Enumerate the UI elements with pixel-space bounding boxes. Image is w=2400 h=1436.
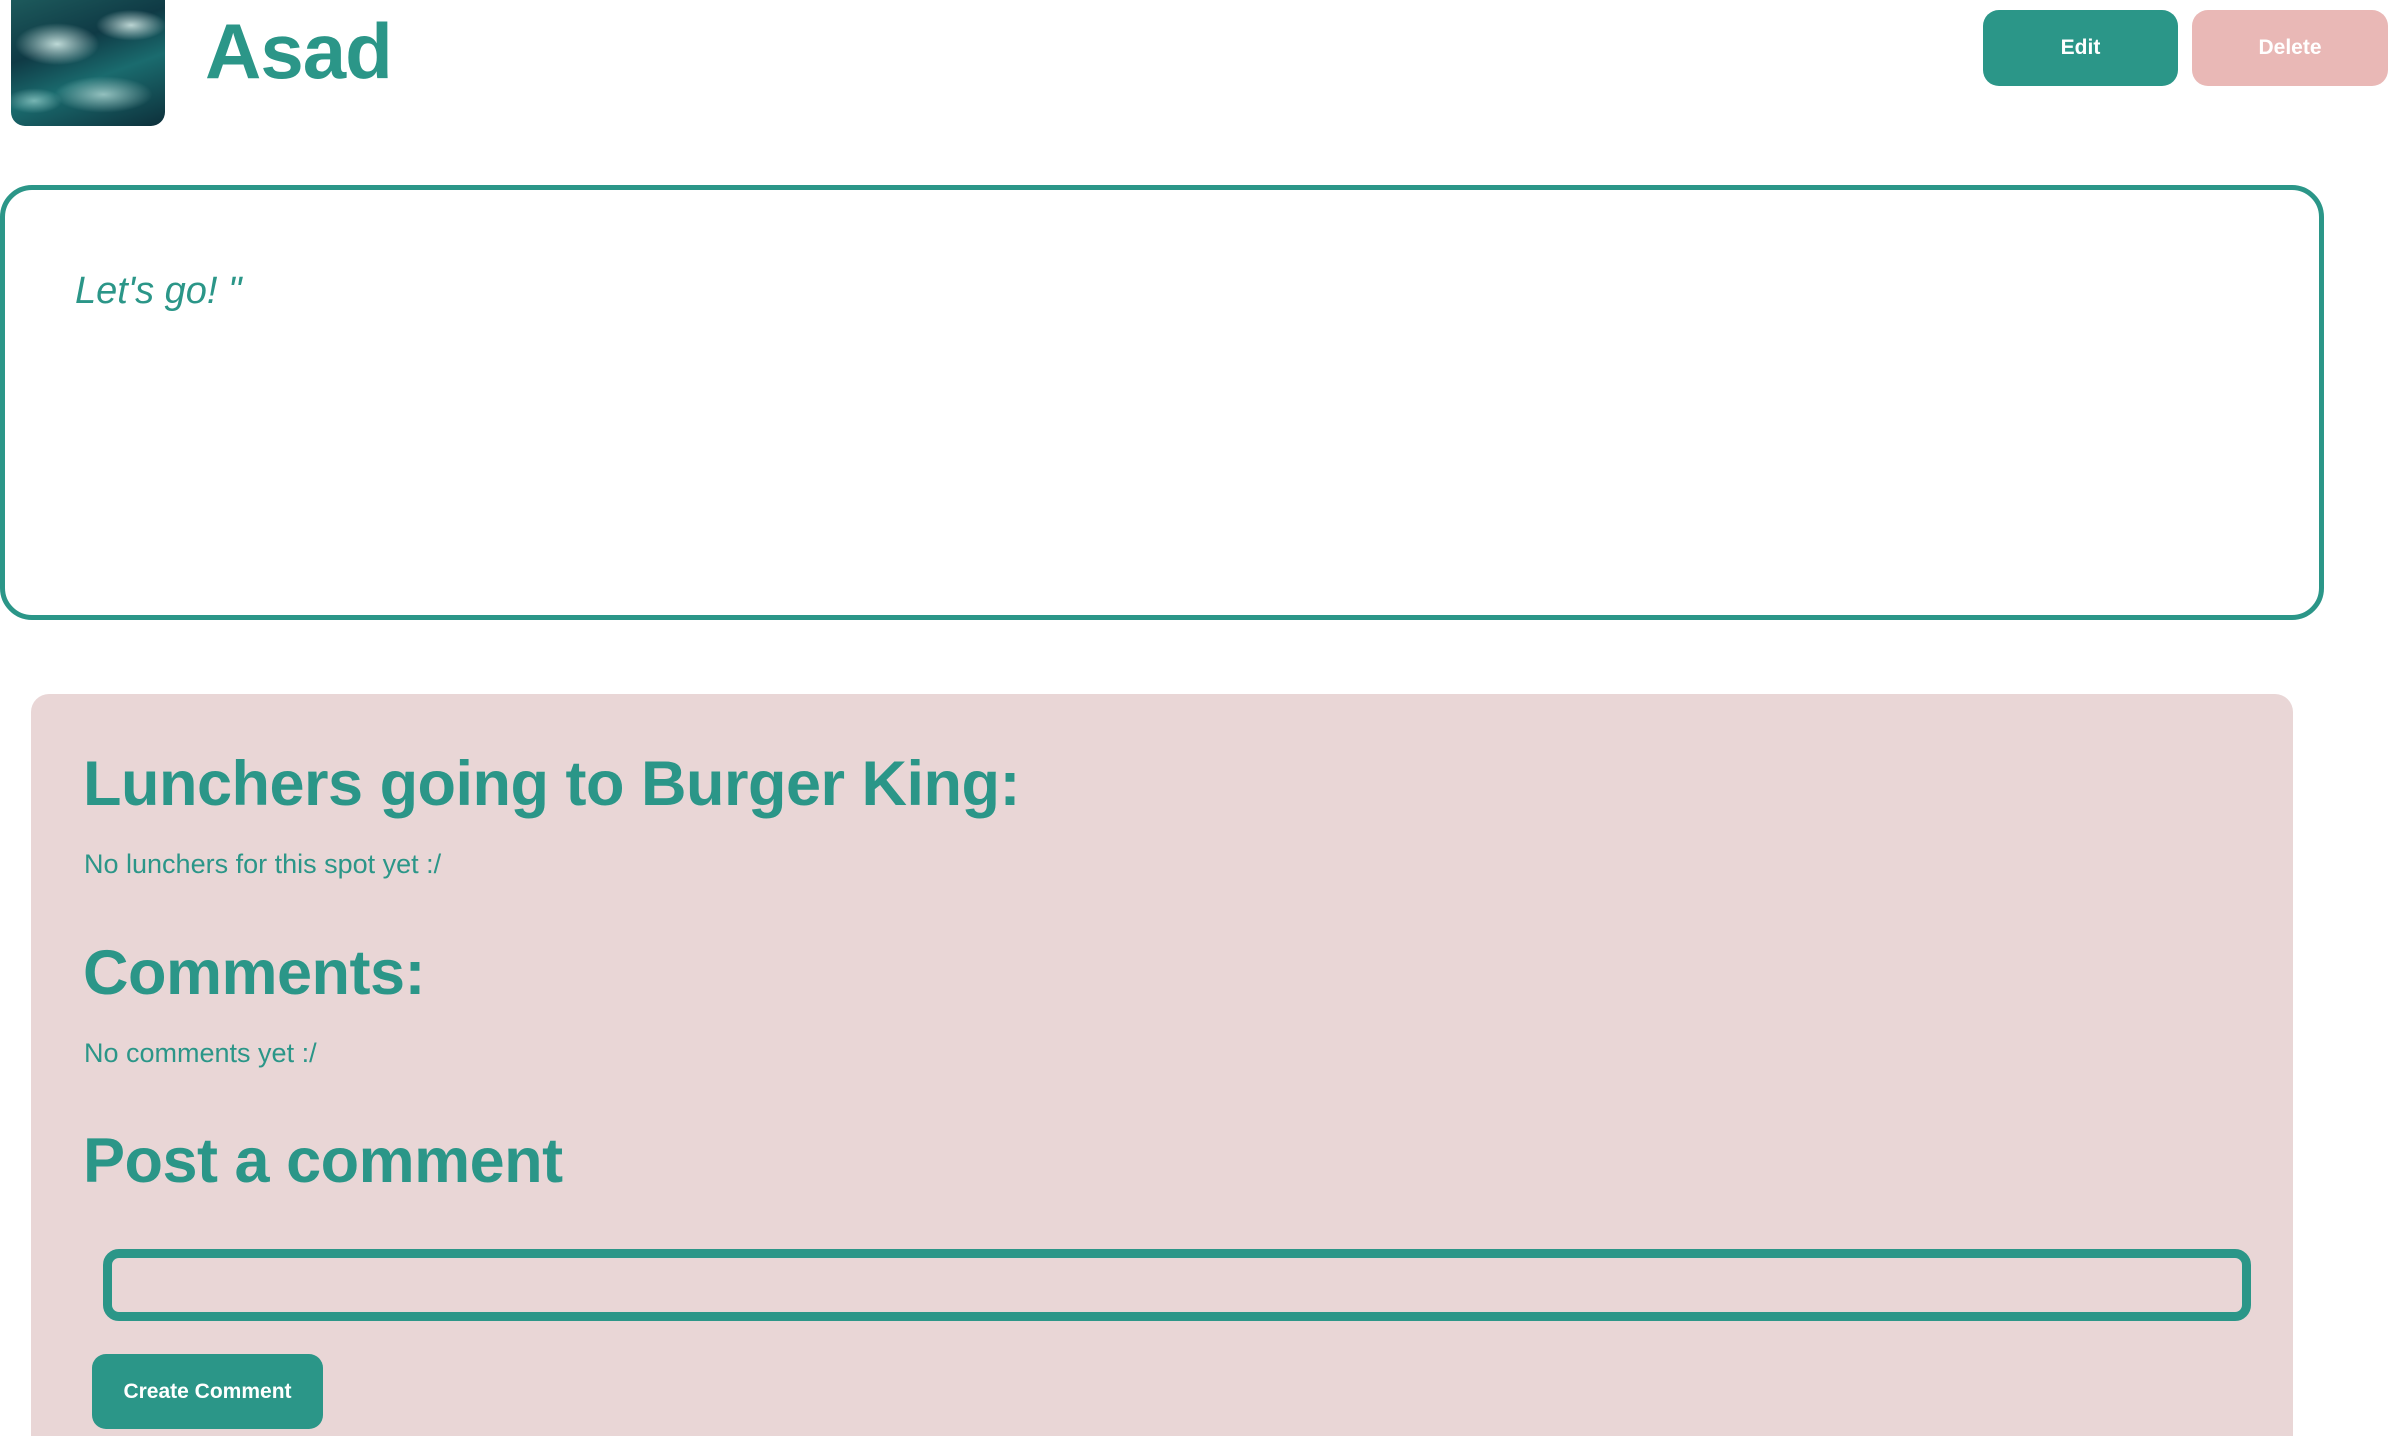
- comments-heading: Comments:: [83, 938, 426, 1008]
- user-avatar: [11, 0, 165, 126]
- post-message-box: Let's go! ": [0, 185, 2324, 620]
- lunchers-heading: Lunchers going to Burger King:: [83, 749, 1020, 819]
- edit-button[interactable]: Edit: [1983, 10, 2178, 86]
- post-comment-heading: Post a comment: [83, 1126, 563, 1196]
- user-name-title: Asad: [205, 7, 393, 95]
- delete-button[interactable]: Delete: [2192, 10, 2388, 86]
- create-comment-button[interactable]: Create Comment: [92, 1354, 323, 1429]
- post-message-text: Let's go! ": [75, 270, 242, 312]
- comment-input[interactable]: [103, 1249, 2251, 1321]
- comments-empty-message: No comments yet :/: [84, 1038, 317, 1068]
- spot-details-panel: Lunchers going to Burger King: No lunche…: [31, 694, 2293, 1436]
- lunchers-empty-message: No lunchers for this spot yet :/: [84, 849, 442, 879]
